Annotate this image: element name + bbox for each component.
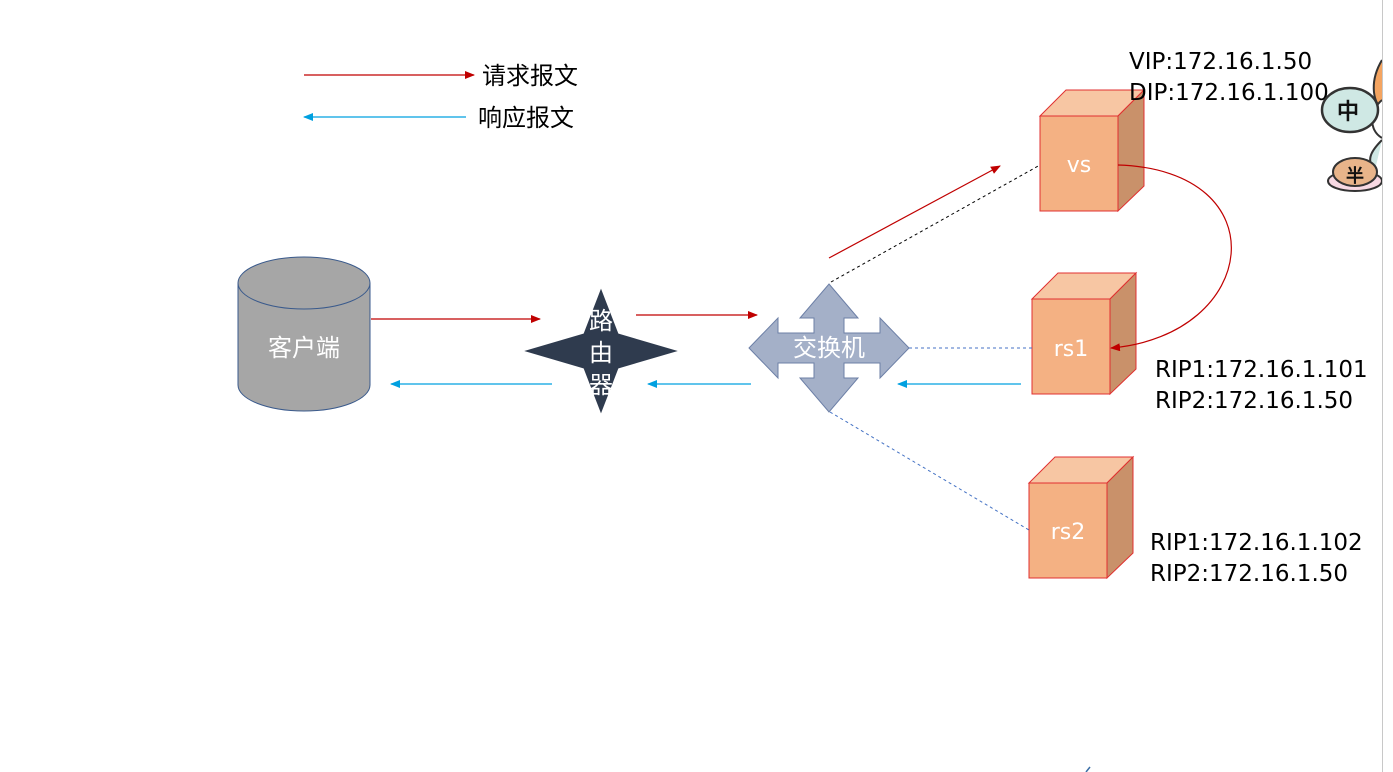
vs-label: vs bbox=[1067, 153, 1091, 178]
link-switch-vs bbox=[830, 164, 1041, 283]
sticker-top-glyph: 中 bbox=[1337, 100, 1359, 125]
lvs-network-diagram: 请求报文 响应报文 客户端 路 由 器 交换机 vs rs1 rs2 VIP:1… bbox=[237, 49, 1383, 772]
server-vs: vs bbox=[1038, 88, 1146, 213]
client-label: 客户端 bbox=[268, 334, 340, 362]
rs1-label: rs1 bbox=[1054, 337, 1089, 362]
page-edge-divider bbox=[1382, 0, 1383, 772]
sticker-bottom-glyph: 半 bbox=[1346, 165, 1364, 187]
link-switch-rs2 bbox=[829, 411, 1030, 531]
router-label-2: 由 bbox=[589, 339, 613, 367]
server-rs2: rs2 bbox=[1027, 455, 1135, 580]
client-database: 客户端 bbox=[237, 256, 371, 412]
router-label-3: 器 bbox=[589, 371, 613, 399]
switch-label: 交换机 bbox=[793, 334, 865, 362]
rs2-rip2-label: RIP2:172.16.1.50 bbox=[1150, 561, 1348, 587]
corner-mark bbox=[1085, 766, 1091, 772]
rs1-rip2-label: RIP2:172.16.1.50 bbox=[1155, 388, 1353, 414]
switch: 交换机 bbox=[748, 283, 910, 413]
legend-request-label: 请求报文 bbox=[482, 62, 578, 90]
rs1-rip1-label: RIP1:172.16.1.101 bbox=[1155, 357, 1368, 383]
router-label-1: 路 bbox=[589, 307, 613, 335]
ip-labels: VIP:172.16.1.50 DIP:172.16.1.100 RIP1:17… bbox=[1129, 49, 1368, 587]
vs-vip-label: VIP:172.16.1.50 bbox=[1129, 49, 1312, 75]
legend: 请求报文 响应报文 bbox=[303, 62, 578, 132]
request-switch-to-vs bbox=[828, 165, 1001, 259]
rs2-rip1-label: RIP1:172.16.1.102 bbox=[1150, 530, 1363, 556]
router: 路 由 器 bbox=[524, 288, 678, 414]
legend-response-label: 响应报文 bbox=[478, 104, 574, 132]
server-rs1: rs1 bbox=[1030, 271, 1138, 396]
rs2-label: rs2 bbox=[1051, 520, 1086, 545]
cartoon-sticker: 中 半 bbox=[1320, 59, 1383, 192]
vs-dip-label: DIP:172.16.1.100 bbox=[1129, 80, 1329, 106]
